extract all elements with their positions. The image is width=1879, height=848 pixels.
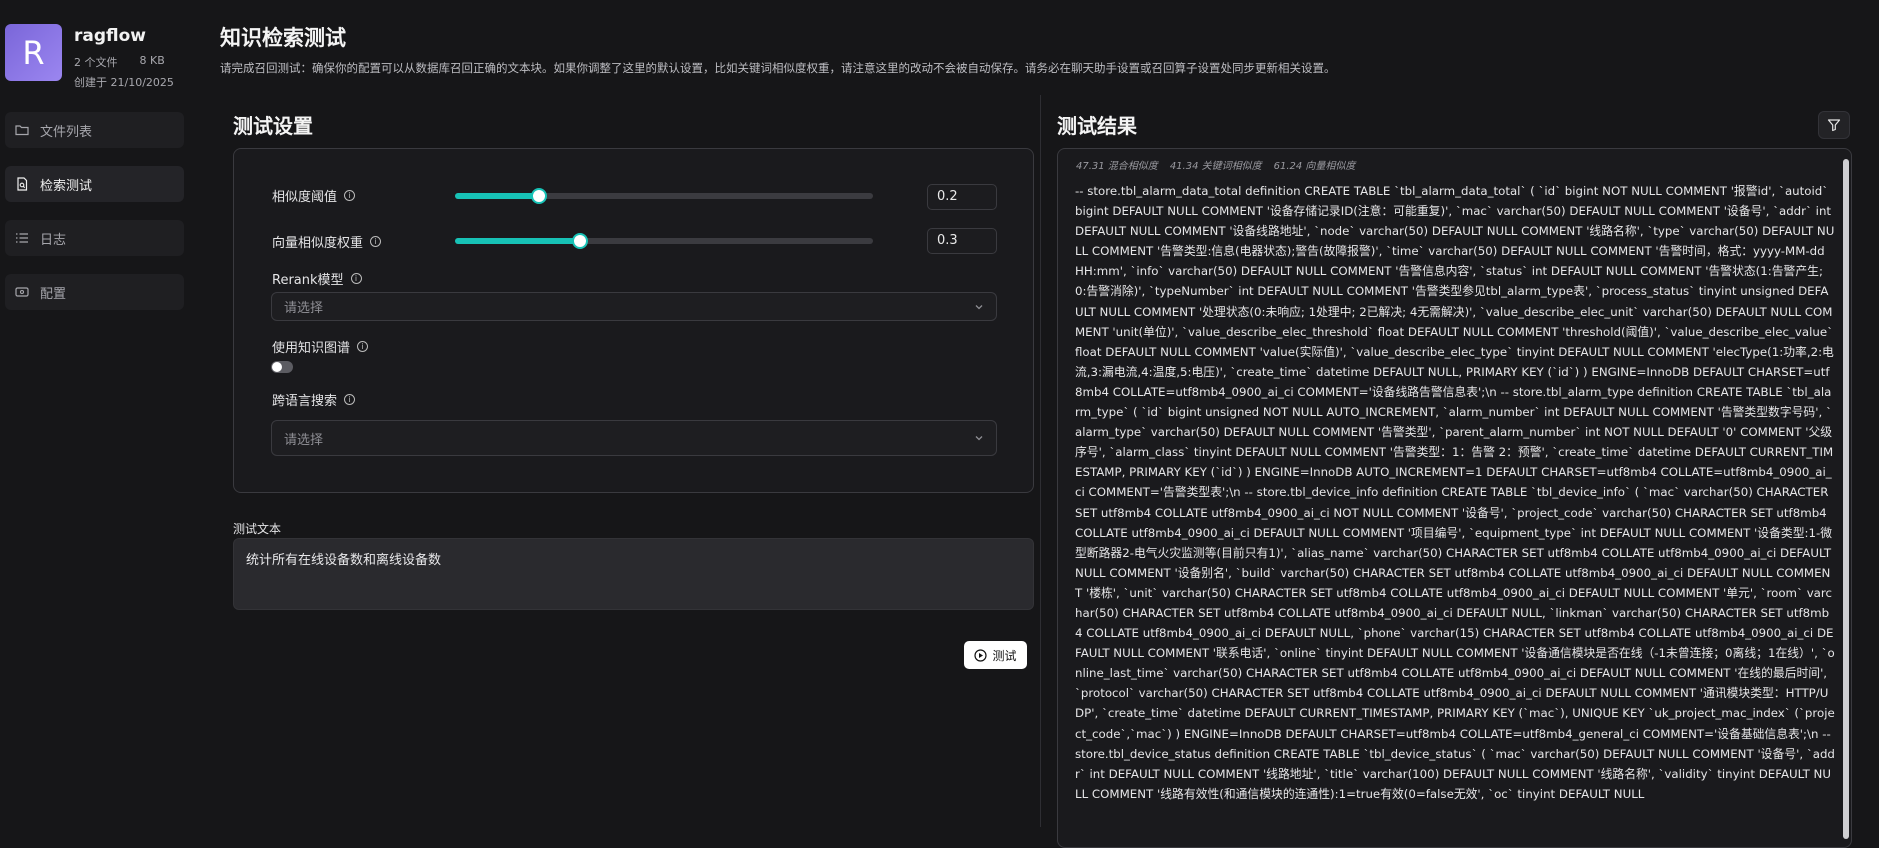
slider-fill bbox=[455, 193, 539, 199]
sidebar-item-label: 日志 bbox=[40, 232, 67, 248]
sidebar-item-label: 文件列表 bbox=[40, 124, 93, 140]
sidebar-nav: 文件列表 检索测试 日志 配置 bbox=[5, 112, 184, 328]
vector-weight-input[interactable]: 0.3 bbox=[927, 228, 997, 254]
panel-divider bbox=[1040, 95, 1041, 827]
test-text-input[interactable]: 统计所有在线设备数和离线设备数 bbox=[233, 538, 1034, 610]
similarity-scores: 47.31 混合相似度 41.34 关键词相似度 61.24 向量相似度 bbox=[1076, 157, 1355, 172]
sidebar-item-retrieval-test[interactable]: 检索测试 bbox=[5, 166, 184, 202]
rerank-label: Rerank模型 i bbox=[272, 269, 362, 288]
kb-name: ragflow bbox=[74, 26, 147, 46]
vector-weight-text: 向量相似度权重 bbox=[272, 236, 364, 251]
result-card: 47.31 混合相似度 41.34 关键词相似度 61.24 向量相似度 -- … bbox=[1057, 148, 1852, 848]
test-button-label: 测试 bbox=[992, 648, 1017, 663]
slider-fill bbox=[455, 238, 581, 244]
toggle-knob bbox=[272, 362, 282, 372]
cross-language-select[interactable]: 请选择 bbox=[271, 420, 997, 456]
info-icon[interactable]: i bbox=[344, 190, 356, 201]
keyword-score: 41.34 关键词相似度 bbox=[1169, 161, 1262, 172]
test-text-label: 测试文本 bbox=[233, 522, 282, 536]
sidebar-item-logs[interactable]: 日志 bbox=[5, 220, 184, 256]
similarity-threshold-text: 相似度阈值 bbox=[272, 190, 338, 205]
result-chunk-text: -- store.tbl_alarm_data_total definition… bbox=[1075, 184, 1835, 801]
result-scrollbar[interactable] bbox=[1841, 149, 1849, 847]
similarity-threshold-label: 相似度阈值 i bbox=[272, 186, 356, 205]
folder-icon bbox=[15, 123, 29, 137]
hybrid-score: 47.31 混合相似度 bbox=[1076, 161, 1158, 172]
knowledge-graph-toggle[interactable] bbox=[271, 361, 293, 373]
rerank-placeholder: 请选择 bbox=[284, 301, 324, 316]
play-circle-icon bbox=[974, 648, 988, 662]
page-title: 知识检索测试 bbox=[220, 26, 346, 50]
sidebar: R ragflow 2 个文件 8 KB 创建于 21/10/2025 文件列表… bbox=[0, 0, 200, 827]
sidebar-item-files[interactable]: 文件列表 bbox=[5, 112, 184, 148]
info-icon[interactable]: i bbox=[370, 236, 382, 247]
sidebar-item-config[interactable]: 配置 bbox=[5, 274, 184, 310]
vector-weight-slider[interactable] bbox=[455, 233, 873, 249]
sidebar-item-label: 配置 bbox=[40, 286, 67, 302]
info-icon[interactable]: i bbox=[357, 341, 369, 352]
info-icon[interactable]: i bbox=[344, 394, 356, 405]
chevron-down-icon bbox=[975, 304, 983, 309]
vector-score: 61.24 向量相似度 bbox=[1273, 161, 1356, 172]
info-icon[interactable]: i bbox=[350, 273, 362, 284]
file-count: 2 个文件 bbox=[74, 56, 118, 69]
test-button[interactable]: 测试 bbox=[964, 641, 1027, 669]
cross-language-placeholder: 请选择 bbox=[284, 432, 324, 448]
rerank-text: Rerank模型 bbox=[272, 273, 344, 288]
page-description: 请完成召回测试：确保你的配置可以从数据库召回正确的文本块。如果你调整了这里的默认… bbox=[220, 61, 1336, 75]
chevron-down-icon bbox=[975, 436, 983, 441]
cross-language-label: 跨语言搜索 i bbox=[272, 390, 356, 409]
knowledge-base-header: R ragflow 2 个文件 8 KB 创建于 21/10/2025 bbox=[5, 24, 174, 90]
settings-title: 测试设置 bbox=[233, 114, 313, 138]
slider-thumb[interactable] bbox=[530, 188, 547, 204]
kb-created-date: 创建于 21/10/2025 bbox=[74, 76, 174, 89]
sidebar-item-label: 检索测试 bbox=[40, 178, 93, 194]
cross-language-text: 跨语言搜索 bbox=[272, 394, 338, 409]
knowledge-graph-text: 使用知识图谱 bbox=[272, 341, 351, 356]
kb-size: 8 KB bbox=[139, 54, 165, 67]
scroll-thumb[interactable] bbox=[1843, 159, 1849, 839]
similarity-threshold-slider[interactable] bbox=[455, 188, 873, 204]
settings-card-icon bbox=[15, 285, 29, 299]
kb-meta: ragflow 2 个文件 8 KB 创建于 21/10/2025 bbox=[74, 24, 174, 90]
knowledge-graph-label: 使用知识图谱 i bbox=[272, 337, 369, 356]
list-icon bbox=[15, 231, 29, 245]
vector-weight-label: 向量相似度权重 i bbox=[272, 232, 382, 251]
results-title: 测试结果 bbox=[1057, 114, 1137, 138]
kb-stats: 2 个文件 8 KB bbox=[74, 54, 174, 70]
avatar: R bbox=[5, 24, 62, 81]
doc-search-icon bbox=[15, 177, 29, 191]
similarity-threshold-input[interactable]: 0.2 bbox=[927, 184, 997, 210]
filter-button[interactable] bbox=[1818, 111, 1850, 139]
rerank-select[interactable]: 请选择 bbox=[271, 292, 997, 321]
filter-icon bbox=[1827, 119, 1841, 132]
